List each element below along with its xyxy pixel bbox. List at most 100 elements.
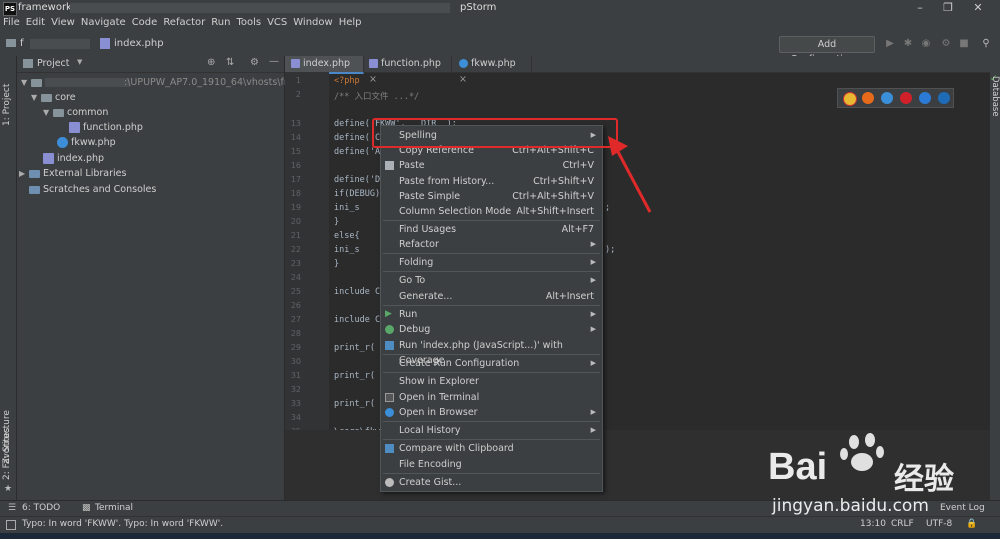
todo-tab[interactable]: 6: TODO — [22, 503, 60, 513]
search-everywhere-icon[interactable]: ⚲ — [980, 38, 992, 50]
code-line[interactable]: print_r( — [334, 399, 375, 409]
code-line[interactable]: define('A — [334, 147, 380, 157]
code-line[interactable]: include C — [334, 315, 380, 325]
title-bar: PS framework. pStorm – ❐ ✕ — [0, 0, 1000, 16]
menu-item-show-in-explorer[interactable]: Show in Explorer — [381, 374, 602, 389]
menu-item-compare-clipboard[interactable]: Compare with Clipboard — [381, 441, 602, 456]
tree-item-core[interactable]: ▼ core — [31, 90, 76, 105]
menu-item-go-to[interactable]: Go To ▶ — [381, 273, 602, 288]
terminal-tab[interactable]: Terminal — [95, 503, 133, 513]
menu-navigate[interactable]: Navigate — [78, 16, 129, 28]
menu-item-debug[interactable]: Debug ▶ — [381, 322, 602, 337]
menu-item-open-in-terminal[interactable]: Open in Terminal — [381, 390, 602, 405]
add-configuration-button[interactable]: Add Configuration... — [779, 36, 875, 65]
browser-preview-bar — [837, 88, 954, 108]
code-line[interactable]: <?php — [334, 76, 360, 86]
menu-item-run[interactable]: ▶ Run ▶ — [381, 307, 602, 322]
code-line[interactable]: else{ — [334, 231, 360, 241]
menu-item-column-selection[interactable]: Column Selection Mode Alt+Shift+Insert — [381, 204, 602, 219]
baidu-brand-text: Bai — [768, 446, 828, 488]
chevron-down-icon[interactable]: ▼ — [77, 58, 82, 66]
code-line[interactable]: if(DEBUG) — [334, 189, 380, 199]
redacted-region — [30, 39, 90, 49]
redacted-region — [70, 3, 450, 13]
menu-view[interactable]: View — [48, 16, 78, 28]
baidu-brand-cn: 经验 — [894, 462, 954, 497]
code-line[interactable]: ini_s — [334, 203, 360, 213]
tree-item-external-libraries[interactable]: ▶ External Libraries — [19, 166, 126, 181]
menu-run[interactable]: Run — [208, 16, 233, 28]
menu-code[interactable]: Code — [129, 16, 161, 28]
menu-item-refactor[interactable]: Refactor ▶ — [381, 237, 602, 252]
tree-item-root[interactable]: ▼ — [21, 75, 130, 90]
status-toggle-icon[interactable] — [6, 520, 16, 530]
locate-icon[interactable]: ⊕ — [207, 57, 215, 68]
menu-item-local-history[interactable]: Local History ▶ — [381, 423, 602, 438]
highlight-box — [372, 118, 618, 148]
context-menu: Spelling ▶ Copy Reference Ctrl+Alt+Shift+C… — [380, 125, 603, 492]
breadcrumb-file[interactable]: index.php — [114, 38, 164, 49]
code-line[interactable]: } — [334, 259, 339, 269]
debug-icon[interactable]: ✱ — [902, 38, 914, 50]
menu-file[interactable]: File — [0, 16, 23, 28]
coverage-icon[interactable]: ◉ — [920, 38, 932, 50]
line-number: 14 — [290, 133, 301, 142]
opera-icon[interactable] — [900, 92, 912, 104]
menu-vcs[interactable]: VCS — [264, 16, 290, 28]
code-line[interactable]: } — [334, 217, 339, 227]
profile-icon[interactable]: ⚙ — [940, 38, 952, 50]
safari-icon[interactable] — [881, 92, 893, 104]
firefox-icon[interactable] — [862, 92, 874, 104]
tree-item-common[interactable]: ▼ common — [43, 105, 108, 120]
line-number: 19 — [290, 203, 301, 212]
menu-item-create-run-config[interactable]: Create Run Configuration ▶ — [381, 356, 602, 371]
code-line[interactable]: define('D — [334, 175, 380, 185]
menu-window[interactable]: Window — [290, 16, 335, 28]
editor-tabs: index.php × function.php × fkww.php × — [285, 56, 990, 85]
menu-item-create-gist[interactable]: Create Gist... — [381, 475, 602, 490]
hide-panel-icon[interactable]: — — [269, 56, 279, 67]
menu-item-run-with-coverage[interactable]: Run 'index.php (JavaScript...)' with Cov… — [381, 338, 602, 366]
maximize-button[interactable]: ❐ — [936, 1, 960, 15]
edge-icon[interactable] — [938, 92, 950, 104]
menu-item-file-encoding[interactable]: File Encoding — [381, 457, 602, 472]
project-view-selector[interactable]: Project — [37, 58, 70, 69]
globe-icon — [385, 408, 394, 417]
menu-item-generate[interactable]: Generate... Alt+Insert — [381, 289, 602, 304]
code-line[interactable]: ini_s — [334, 245, 360, 255]
gear-icon[interactable]: ⚙ — [250, 57, 259, 68]
minimize-button[interactable]: – — [908, 1, 932, 15]
tree-item-scratches[interactable]: Scratches and Consoles — [29, 182, 156, 197]
menu-help[interactable]: Help — [336, 16, 365, 28]
tree-item-function-php[interactable]: function.php — [69, 120, 143, 135]
tree-item-index-php[interactable]: index.php — [43, 151, 104, 166]
menu-item-paste-from-history[interactable]: Paste from History... Ctrl+Shift+V — [381, 174, 602, 189]
tab-function-php[interactable]: function.php × — [363, 56, 452, 85]
run-icon[interactable]: ▶ — [884, 38, 896, 50]
menu-item-paste[interactable]: Paste Ctrl+V — [381, 158, 602, 173]
code-line[interactable]: print_r( — [334, 371, 375, 381]
menu-item-open-in-browser[interactable]: Open in Browser ▶ — [381, 405, 602, 420]
menu-edit[interactable]: Edit — [23, 16, 48, 28]
tab-fkww-php[interactable]: fkww.php × — [453, 56, 532, 85]
menu-item-find-usages[interactable]: Find Usages Alt+F7 — [381, 222, 602, 237]
stop-icon[interactable]: ■ — [958, 38, 970, 50]
breadcrumb-root[interactable]: f — [20, 38, 24, 49]
tree-item-fkww-php[interactable]: fkww.php — [57, 135, 116, 150]
chrome-icon[interactable] — [843, 92, 857, 106]
menu-item-paste-simple[interactable]: Paste Simple Ctrl+Alt+Shift+V — [381, 189, 602, 204]
menu-refactor[interactable]: Refactor — [160, 16, 208, 28]
database-tool-tab[interactable]: Database — [990, 76, 1000, 117]
code-line-comment[interactable]: /** 入口文件 ...*/ — [334, 90, 419, 102]
ie-icon[interactable] — [919, 92, 931, 104]
menu-separator — [383, 253, 600, 254]
collapse-all-icon[interactable]: ⇅ — [226, 57, 234, 68]
code-line[interactable]: include C — [334, 287, 380, 297]
close-button[interactable]: ✕ — [966, 1, 990, 15]
menu-separator — [383, 439, 600, 440]
project-tool-tab[interactable]: 1: Project — [2, 84, 12, 126]
menu-tools[interactable]: Tools — [233, 16, 264, 28]
menu-item-folding[interactable]: Folding ▶ — [381, 255, 602, 270]
code-line[interactable]: print_r( — [334, 343, 375, 353]
favorites-tool-tab-label[interactable]: 2: Favorites — [2, 428, 12, 480]
